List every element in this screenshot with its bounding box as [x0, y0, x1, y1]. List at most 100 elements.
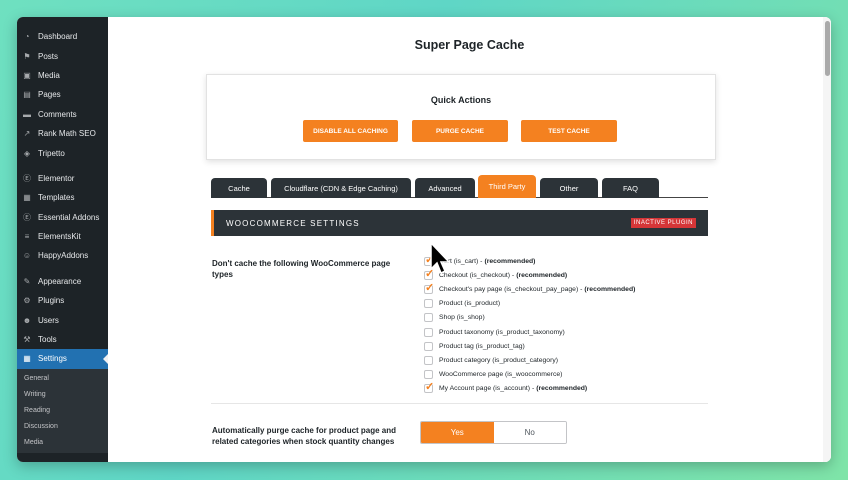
purge-stock-question: Automatically purge cache for product pa…	[212, 426, 397, 446]
sidebar-item-label: Tripetto	[38, 148, 65, 158]
sidebar-item-elementor[interactable]: Ⓔ Elementor	[17, 169, 108, 188]
test-cache-button[interactable]: TEST CACHE	[521, 120, 617, 142]
appearance-icon: ✎	[23, 276, 31, 286]
submenu-general[interactable]: General	[17, 371, 108, 387]
option-label: WooCommerce page (is_woocommerce)	[439, 371, 563, 379]
sidebar-item-label: Tools	[38, 335, 57, 345]
essential-addons-icon: Ⓔ	[23, 212, 31, 222]
tab-advanced[interactable]: Advanced	[415, 178, 475, 198]
sidebar-item-media[interactable]: ▣ Media	[17, 66, 108, 85]
toggle-yes-option[interactable]: Yes	[421, 422, 494, 443]
inactive-plugin-badge: INACTIVE PLUGIN	[630, 218, 696, 228]
happyaddons-icon: ☺	[22, 251, 32, 261]
sidebar-item-tools[interactable]: ⚒ Tools	[17, 330, 108, 349]
scrollbar[interactable]	[823, 17, 831, 462]
quick-actions-panel: Quick Actions DISABLE ALL CACHING PURGE …	[206, 74, 716, 160]
main-content: Super Page Cache Quick Actions DISABLE A…	[108, 17, 831, 462]
option-label: Product taxonomy (is_product_taxonomy)	[439, 328, 565, 336]
pin-icon: ⚑	[23, 51, 31, 61]
option-label: Product category (is_product_category)	[439, 356, 559, 364]
sidebar-item-rank-math-seo[interactable]: ↗ Rank Math SEO	[17, 124, 108, 143]
page-type-option: Checkout (is_checkout) - (recommended)	[424, 267, 635, 282]
tab-faq[interactable]: FAQ	[602, 178, 659, 198]
sidebar-item-appearance[interactable]: ✎ Appearance	[17, 272, 108, 291]
checkbox[interactable]	[424, 299, 433, 309]
sidebar-item-comments[interactable]: ▬ Comments	[17, 105, 108, 124]
checkbox[interactable]	[424, 355, 433, 365]
disable-all-caching-button[interactable]: DISABLE ALL CACHING	[303, 120, 398, 142]
checkbox[interactable]	[424, 313, 433, 323]
sidebar-item-templates[interactable]: ▦ Templates	[17, 188, 108, 207]
users-icon: ☻	[22, 315, 32, 325]
sidebar-item-label: ElementsKit	[38, 232, 81, 242]
browser-window: ◔ Dashboard ⚑ Posts ▣ Media ▤ Pages ▬ Comments ↗ Ra…	[17, 17, 831, 462]
sidebar-item-happyaddons[interactable]: ☺ HappyAddons	[17, 246, 108, 265]
page-title: Super Page Cache	[414, 38, 525, 52]
checkbox[interactable]	[424, 341, 433, 351]
settings-icon: ▦	[23, 354, 31, 364]
elementor-icon: Ⓔ	[23, 173, 31, 183]
sidebar-item-label: Plugins	[38, 296, 65, 306]
sidebar-item-label: Rank Math SEO	[38, 129, 96, 139]
checkbox[interactable]	[424, 380, 434, 394]
sidebar-item-users[interactable]: ☻ Users	[17, 310, 108, 329]
recommended-label: (recommended)	[584, 285, 636, 293]
quick-actions-title: Quick Actions	[430, 95, 492, 105]
checkbox[interactable]	[424, 281, 434, 294]
checkbox[interactable]	[424, 327, 433, 337]
option-label: Product tag (is_product_tag)	[439, 342, 525, 350]
sidebar-item-label: Settings	[38, 354, 67, 364]
submenu-writing[interactable]: Writing	[17, 387, 108, 403]
option-label: Shop (is_shop)	[439, 314, 485, 322]
media-icon: ▣	[23, 70, 31, 80]
sidebar-item-label: Pages	[38, 90, 61, 100]
sidebar-item-posts[interactable]: ⚑ Posts	[17, 46, 108, 65]
sidebar-item-elementskit[interactable]: ≡ ElementsKit	[17, 227, 108, 246]
option-label: Product (is_product)	[439, 300, 501, 308]
comments-icon: ▬	[23, 109, 31, 119]
submenu-media[interactable]: Media	[17, 435, 108, 451]
sidebar-item-label: Elementor	[38, 173, 75, 183]
scrollbar-thumb[interactable]	[825, 21, 830, 76]
sidebar-item-label: Templates	[38, 193, 75, 203]
sidebar-item-label: Essential Addons	[38, 212, 100, 222]
tab-other[interactable]: Other	[540, 178, 598, 198]
option-label: Checkout's pay page (is_checkout_pay_pag…	[439, 285, 583, 293]
tab-cloudflare[interactable]: Cloudflare (CDN & Edge Caching)	[271, 178, 411, 198]
sidebar-item-pages[interactable]: ▤ Pages	[17, 85, 108, 104]
settings-tabs: Cache Cloudflare (CDN & Edge Caching) Ad…	[211, 175, 708, 198]
settings-submenu: General Writing Reading Discussion Media	[17, 368, 108, 453]
tripetto-icon: ◈	[23, 148, 31, 158]
checkbox[interactable]	[424, 370, 433, 380]
recommended-label: (recommended)	[484, 257, 536, 265]
tools-icon: ⚒	[23, 335, 31, 345]
page-types-checkbox-list: Cart (is_cart) - (recommended)Checkout (…	[424, 253, 636, 396]
sidebar-item-label: Posts	[38, 51, 59, 61]
toggle-no-option[interactable]: No	[493, 422, 566, 443]
sidebar-item-settings[interactable]: ▦ Settings	[17, 349, 108, 369]
tab-cache[interactable]: Cache	[211, 178, 267, 198]
page-type-option: Cart (is_cart) - (recommended)	[424, 253, 635, 268]
page-type-option: My Account page (is_account) - (recommen…	[424, 380, 635, 396]
admin-sidebar: ◔ Dashboard ⚑ Posts ▣ Media ▤ Pages ▬ Comments ↗ Ra…	[17, 17, 108, 462]
sidebar-item-tripetto[interactable]: ◈ Tripetto	[17, 143, 108, 162]
sidebar-item-dashboard[interactable]: ◔ Dashboard	[17, 27, 108, 46]
templates-icon: ▦	[23, 193, 31, 203]
sidebar-item-label: Dashboard	[38, 32, 78, 42]
page-types-question: Don't cache the following WooCommerce pa…	[212, 259, 391, 279]
sidebar-item-essential-addons[interactable]: Ⓔ Essential Addons	[17, 208, 108, 227]
mouse-cursor-icon	[430, 241, 451, 275]
submenu-discussion[interactable]: Discussion	[17, 419, 108, 435]
sidebar-item-plugins[interactable]: ⚙ Plugins	[17, 291, 108, 310]
purge-cache-button[interactable]: PURGE CACHE	[412, 120, 508, 142]
recommended-label: (recommended)	[516, 271, 568, 279]
submenu-reading[interactable]: Reading	[17, 403, 108, 419]
dashboard-icon: ◔	[24, 32, 30, 42]
page-type-option: Checkout's pay page (is_checkout_pay_pag…	[424, 281, 636, 296]
tab-third-party[interactable]: Third Party	[478, 175, 536, 198]
page-type-option: Product (is_product)	[424, 297, 635, 311]
page-type-option: Product category (is_product_category)	[424, 353, 635, 367]
recommended-label: (recommended)	[536, 385, 588, 393]
elementskit-icon: ≡	[24, 232, 30, 242]
option-label: My Account page (is_account) -	[439, 385, 535, 393]
